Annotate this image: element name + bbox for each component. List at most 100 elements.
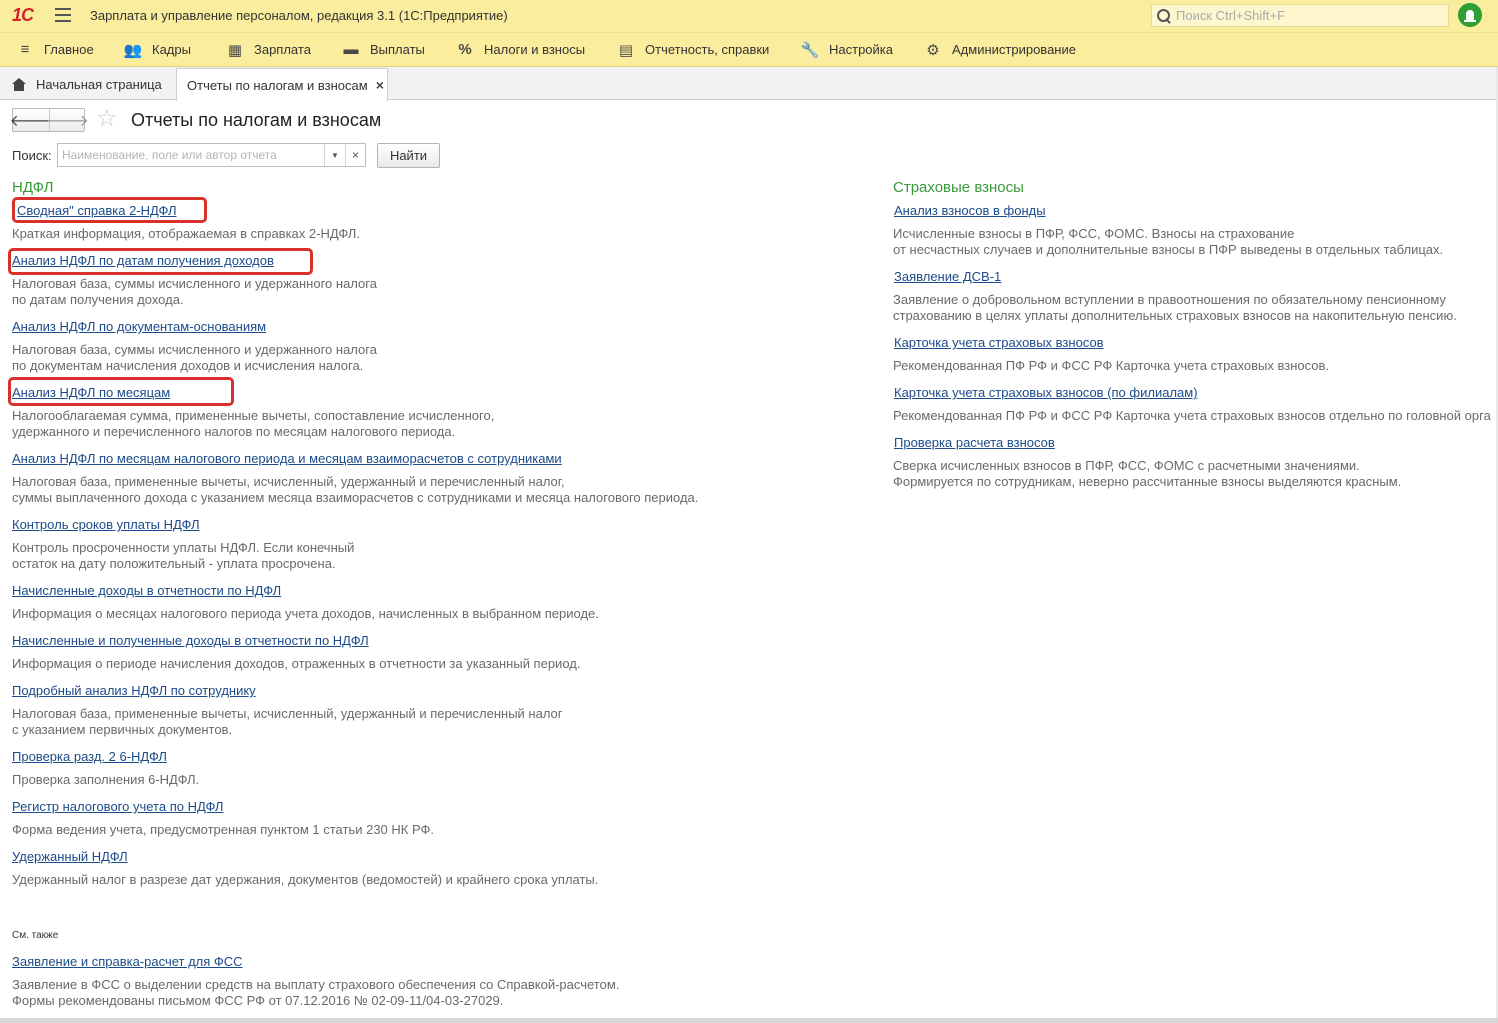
report-description: Сверка исчисленных взносов в ПФР, ФСС, Ф… (893, 458, 1360, 473)
menu-item-settings[interactable]: 🔧 Настройка (801, 33, 893, 66)
section-title-insurance: Страховые взносы (893, 179, 1024, 196)
report-search-input[interactable] (58, 144, 324, 166)
menu-item-label: Зарплата (254, 42, 311, 57)
report-description: по документам начисления доходов и исчис… (12, 358, 364, 373)
report-link[interactable]: Проверка разд. 2 6-НДФЛ (12, 749, 167, 764)
percent-icon: % (458, 41, 472, 58)
tab-label: Отчеты по налогам и взносам (187, 77, 368, 93)
tab-label: Начальная страница (36, 76, 162, 92)
horizontal-scrollbar[interactable] (0, 1018, 1498, 1023)
gear-icon: ⚙ (926, 41, 940, 59)
report-link[interactable]: Удержанный НДФЛ (12, 849, 128, 864)
report-description: Контроль просроченности уплаты НДФЛ. Есл… (12, 540, 355, 555)
menu-item-taxes[interactable]: % Налоги и взносы (456, 33, 585, 66)
menu-item-main[interactable]: ≡ Главное (16, 33, 94, 66)
report-description: страхованию в целях уплаты дополнительны… (893, 308, 1457, 323)
global-search[interactable] (1151, 4, 1449, 27)
report-description: Проверка заполнения 6-НДФЛ. (12, 772, 200, 787)
report-description: Формы рекомендованы письмом ФСС РФ от 07… (12, 993, 504, 1008)
app-title: Зарплата и управление персоналом, редакц… (90, 8, 508, 23)
report-description: от несчастных случаев и дополнительные в… (893, 242, 1444, 257)
section-title-ndfl: НДФЛ (12, 179, 54, 196)
menu-item-label: Кадры (152, 42, 191, 57)
report-link[interactable]: Начисленные и полученные доходы в отчетн… (12, 633, 369, 648)
clear-icon[interactable]: × (345, 144, 365, 166)
title-bar: 1С Зарплата и управление персоналом, ред… (0, 0, 1498, 32)
report-link[interactable]: Анализ взносов в фонды (894, 203, 1046, 218)
navigation-buttons: 🡐 🡒 (10, 108, 89, 132)
search-label: Поиск: (12, 148, 52, 163)
back-button[interactable]: 🡐 (10, 109, 53, 131)
page-title: Отчеты по налогам и взносам (131, 110, 382, 130)
find-button[interactable]: Найти (377, 143, 440, 168)
report-link[interactable]: Анализ НДФЛ по месяцам налогового период… (12, 451, 562, 466)
report-description: остаток на дату положительный - уплата п… (12, 556, 336, 571)
report-description: Налоговая база, суммы исчисленного и уде… (12, 276, 377, 291)
report-search-field: ▼ × (57, 143, 366, 167)
report-description: Налоговая база, примененные вычеты, исчи… (12, 474, 565, 489)
main-menu: ≡ Главное 👥 Кадры ▦ Зарплата ▬ Выплаты %… (0, 32, 1498, 67)
menu-item-label: Администрирование (952, 42, 1076, 57)
report-description: Исчисленные взносы в ПФР, ФСС, ФОМС. Взн… (893, 226, 1295, 241)
menu-item-label: Налоги и взносы (484, 42, 586, 57)
report-description: Налоговая база, примененные вычеты, исчи… (12, 706, 563, 721)
report-description: Рекомендованная ПФ РФ и ФСС РФ Карточка … (893, 408, 1491, 423)
menu-item-label: Настройка (829, 42, 893, 57)
global-search-input[interactable] (1176, 8, 1436, 23)
report-description: Информация о периоде начисления доходов,… (12, 656, 581, 671)
report-link[interactable]: Регистр налогового учета по НДФЛ (12, 799, 223, 814)
report-description: по датам получения дохода. (12, 292, 184, 307)
menu-item-admin[interactable]: ⚙ Администрирование (924, 33, 1076, 66)
report-description: Налоговая база, суммы исчисленного и уде… (12, 342, 377, 357)
wallet-icon: ▬ (343, 41, 359, 58)
menu-item-reports[interactable]: ▤ Отчетность, справки (617, 33, 769, 66)
report-description: Рекомендованная ПФ РФ и ФСС РФ Карточка … (893, 358, 1330, 373)
report-link[interactable]: Карточка учета страховых взносов (по фил… (894, 385, 1198, 400)
report-description: Заявление в ФСС о выделении средств на в… (12, 977, 620, 992)
report-description: Налогооблагаемая сумма, примененные выче… (12, 408, 495, 423)
1c-logo: 1С (12, 5, 34, 25)
menu-item-label: Выплаты (370, 42, 425, 57)
report-link[interactable]: Начисленные доходы в отчетности по НДФЛ (12, 583, 281, 598)
report-link[interactable]: Анализ НДФЛ по документам-основаниям (12, 319, 266, 334)
report-link[interactable]: Заявление ДСВ-1 (894, 269, 1001, 284)
highlight-annotation (8, 248, 313, 275)
forward-button[interactable]: 🡒 (46, 109, 89, 131)
hamburger-icon[interactable] (55, 8, 71, 22)
report-link[interactable]: Контроль сроков уплаты НДФЛ (12, 517, 200, 532)
menu-item-label: Главное (44, 42, 94, 57)
report-link[interactable]: Проверка расчета взносов (894, 435, 1055, 450)
menu-item-personnel[interactable]: 👥 Кадры (124, 33, 191, 66)
dropdown-arrow-icon[interactable]: ▼ (324, 144, 345, 166)
report-description: Удержанный налог в разрезе дат удержания… (12, 872, 599, 887)
report-description: Формируется по сотрудникам, неверно расс… (893, 474, 1402, 489)
search-icon (1156, 8, 1172, 24)
menu-item-label: Отчетность, справки (645, 42, 770, 57)
people-icon: 👥 (123, 41, 143, 59)
report-description: Информация о месяцах налогового периода … (12, 606, 599, 621)
report-link[interactable]: Карточка учета страховых взносов (894, 335, 1104, 350)
tab-tax-reports[interactable]: Отчеты по налогам и взносам × (176, 68, 388, 101)
report-description: суммы выплаченного дохода с указанием ме… (12, 490, 699, 505)
notification-bell-icon[interactable] (1458, 3, 1482, 27)
close-icon[interactable]: × (376, 77, 384, 93)
home-icon (12, 77, 26, 91)
wrench-icon: 🔧 (800, 41, 820, 59)
menu-item-payments[interactable]: ▬ Выплаты (342, 33, 425, 66)
report-icon: ▤ (618, 41, 634, 59)
report-description: Заявление о добровольном вступлении в пр… (893, 292, 1446, 307)
highlight-annotation (8, 377, 234, 406)
tabs-bar: Начальная страница Отчеты по налогам и в… (0, 67, 1498, 101)
hamburger-icon: ≡ (20, 41, 30, 58)
see-also-heading: См. также (12, 930, 59, 941)
report-link[interactable]: Заявление и справка-расчет для ФСС (12, 954, 243, 969)
report-description: Краткая информация, отображаемая в справ… (12, 226, 360, 241)
favorite-star-icon[interactable]: ☆ (96, 106, 118, 132)
report-link[interactable]: Подробный анализ НДФЛ по сотруднику (12, 683, 256, 698)
report-description: с указанием первичных документов. (12, 722, 233, 737)
report-description: Форма ведения учета, предусмотренная пун… (12, 822, 434, 837)
menu-item-salary[interactable]: ▦ Зарплата (226, 33, 311, 66)
tab-home[interactable]: Начальная страница (0, 68, 174, 100)
report-description: удержанного и перечисленного налогов по … (12, 424, 456, 439)
calculator-icon: ▦ (227, 41, 243, 59)
